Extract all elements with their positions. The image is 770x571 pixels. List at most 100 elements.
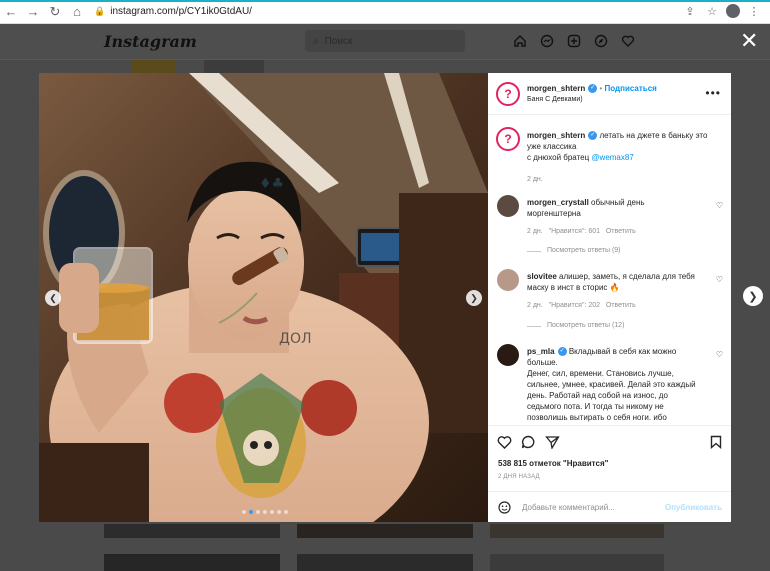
comment-like-heart-icon[interactable]: ♡	[716, 350, 723, 359]
pagination-dot	[242, 510, 246, 514]
svg-text:ДОЛ: ДОЛ	[279, 331, 311, 347]
lock-icon: 🔒	[94, 6, 106, 16]
follow-button[interactable]: Подписаться	[605, 84, 657, 93]
feed-thumbnail[interactable]	[104, 554, 280, 571]
comment-time[interactable]: 2 дн.	[527, 228, 543, 235]
comment-line: Вкладывай в себя как можно	[568, 347, 677, 356]
close-modal-icon[interactable]: ✕	[740, 30, 758, 52]
emoji-icon[interactable]	[498, 501, 511, 519]
comment-time[interactable]: 2 дн.	[527, 302, 543, 309]
feed-thumbnail[interactable]	[104, 524, 280, 538]
messenger-icon[interactable]	[539, 33, 555, 49]
explore-compass-icon[interactable]	[593, 33, 609, 49]
next-post-button[interactable]: ❯	[743, 286, 763, 306]
comment-meta: 2 дн. "Нравится": 601 Ответить	[527, 228, 636, 235]
caption-mention-link[interactable]: @wemax87	[591, 153, 633, 162]
comment-line: алишер, заметь, я сделала для тебя	[559, 272, 695, 281]
view-replies-button[interactable]: Посмотреть ответы (9)	[547, 247, 621, 254]
feed-thumbnail[interactable]	[490, 524, 664, 538]
caption-text: morgen_shtern ✓ летать на джете в баньку …	[527, 130, 723, 163]
comment-like-heart-icon[interactable]: ♡	[716, 275, 723, 284]
pagination-dot	[277, 510, 281, 514]
caption-line: с днюхой братец	[527, 153, 590, 162]
back-icon[interactable]: ←	[0, 1, 22, 23]
comment-bubble-icon[interactable]	[521, 435, 536, 454]
commenter-avatar[interactable]	[497, 344, 519, 366]
instagram-header: Instagram ⌕ Поиск	[0, 24, 770, 60]
caption-username[interactable]: morgen_shtern	[527, 131, 585, 140]
post-date[interactable]: 2 ДНЯ НАЗАД	[498, 474, 540, 480]
photo-illustration: ♦♣ ДОЛ	[39, 73, 488, 522]
comment-line: больше.	[527, 358, 558, 367]
comment-input[interactable]: Добавьте комментарий...	[522, 503, 615, 512]
instagram-logo[interactable]: Instagram	[104, 32, 197, 51]
comment-line: позволишь вытирать о себя ноги. ибо	[527, 413, 667, 422]
comment-likes[interactable]: "Нравится": 601	[549, 228, 600, 235]
comments-scroll-area[interactable]: ? morgen_shtern ✓ летать на джете в баньк…	[488, 115, 731, 425]
search-input[interactable]: ⌕ Поиск	[305, 30, 465, 52]
share-paper-plane-icon[interactable]	[545, 435, 560, 454]
feed-thumbnail[interactable]	[132, 60, 176, 74]
comment-line: моргенштерна	[527, 209, 581, 218]
address-bar[interactable]: 🔒 instagram.com/p/CY1ik0GtdAU/	[94, 3, 714, 21]
home-icon[interactable]: ⌂	[66, 1, 88, 23]
verified-badge-icon: ✓	[588, 84, 598, 94]
comment-line: сильнее, умнее, красивей. Делай это кажд…	[527, 380, 696, 389]
tab-accent-line	[0, 0, 770, 2]
comment-like-heart-icon[interactable]: ♡	[716, 201, 723, 210]
comment-line: день. Работай над собой на износ, до	[527, 391, 668, 400]
caption-time[interactable]: 2 дн.	[527, 176, 543, 183]
photo-prev-button[interactable]: ❮	[45, 290, 61, 306]
profile-avatar-icon[interactable]	[726, 4, 740, 18]
pagination-dot	[284, 510, 288, 514]
feed-thumbnail[interactable]	[204, 60, 264, 74]
comment-line: маску в инст в сторис 🔥	[527, 283, 620, 292]
photo-pagination-dots	[242, 510, 288, 514]
forward-icon[interactable]: →	[22, 1, 44, 23]
comment-likes[interactable]: "Нравится": 202	[549, 302, 600, 309]
commenter-username[interactable]: morgen_crystall	[527, 198, 589, 207]
comment-text: ps_mla ✓ Вкладывай в себя как можно больш…	[527, 346, 707, 423]
comment-reply-button[interactable]: Ответить	[606, 228, 636, 235]
author-username[interactable]: morgen_shtern	[527, 84, 585, 93]
post-header: ? morgen_shtern ✓ • Подписаться Баня С Де…	[488, 73, 731, 115]
post-location[interactable]: Баня С Девками)	[527, 96, 583, 103]
feed-thumbnail[interactable]	[490, 554, 664, 571]
search-icon: ⌕	[313, 35, 319, 47]
caption-avatar[interactable]: ?	[496, 127, 520, 151]
add-comment-bar: Добавьте комментарий... Опубликовать	[488, 491, 731, 522]
menu-kebab-icon[interactable]: ⋮	[746, 3, 762, 19]
bookmark-star-icon[interactable]: ☆	[704, 3, 720, 19]
verified-badge-icon: ✓	[588, 131, 598, 141]
photo-next-button[interactable]: ❯	[466, 290, 482, 306]
like-heart-icon[interactable]	[497, 435, 512, 454]
reload-icon[interactable]: ↻	[44, 1, 66, 23]
pagination-dot	[256, 510, 260, 514]
view-replies-button[interactable]: Посмотреть ответы (12)	[547, 322, 624, 329]
save-bookmark-icon[interactable]	[710, 435, 722, 454]
post-photo[interactable]: ♦♣ ДОЛ ❮ ❯	[39, 73, 488, 522]
share-icon[interactable]: ⇪	[682, 3, 698, 19]
comment-reply-button[interactable]: Ответить	[606, 302, 636, 309]
commenter-avatar[interactable]	[497, 269, 519, 291]
feed-thumbnail[interactable]	[297, 524, 473, 538]
publish-button[interactable]: Опубликовать	[665, 503, 722, 512]
pagination-dot	[249, 510, 253, 514]
author-avatar[interactable]: ?	[496, 82, 520, 106]
new-post-icon[interactable]	[566, 33, 582, 49]
commenter-avatar[interactable]	[497, 195, 519, 217]
more-options-icon[interactable]: •••	[705, 86, 721, 100]
feed-thumbnail[interactable]	[297, 554, 473, 571]
comment-line: седьмого пота. И тогда ты никому не	[527, 402, 664, 411]
comment-meta: 2 дн. "Нравится": 202 Ответить	[527, 302, 636, 309]
url-text[interactable]: instagram.com/p/CY1ik0GtdAU/	[110, 6, 252, 17]
commenter-username[interactable]: ps_mla	[527, 347, 555, 356]
commenter-username[interactable]: slovitee	[527, 272, 557, 281]
activity-heart-icon[interactable]	[620, 33, 636, 49]
search-placeholder: Поиск	[324, 35, 353, 47]
caption-line: летать на джете в баньку это	[599, 131, 708, 140]
pagination-dot	[263, 510, 267, 514]
svg-text:♦♣: ♦♣	[259, 176, 284, 192]
likes-count[interactable]: 538 815 отметок "Нравится"	[498, 459, 608, 468]
home-icon[interactable]	[512, 33, 528, 49]
